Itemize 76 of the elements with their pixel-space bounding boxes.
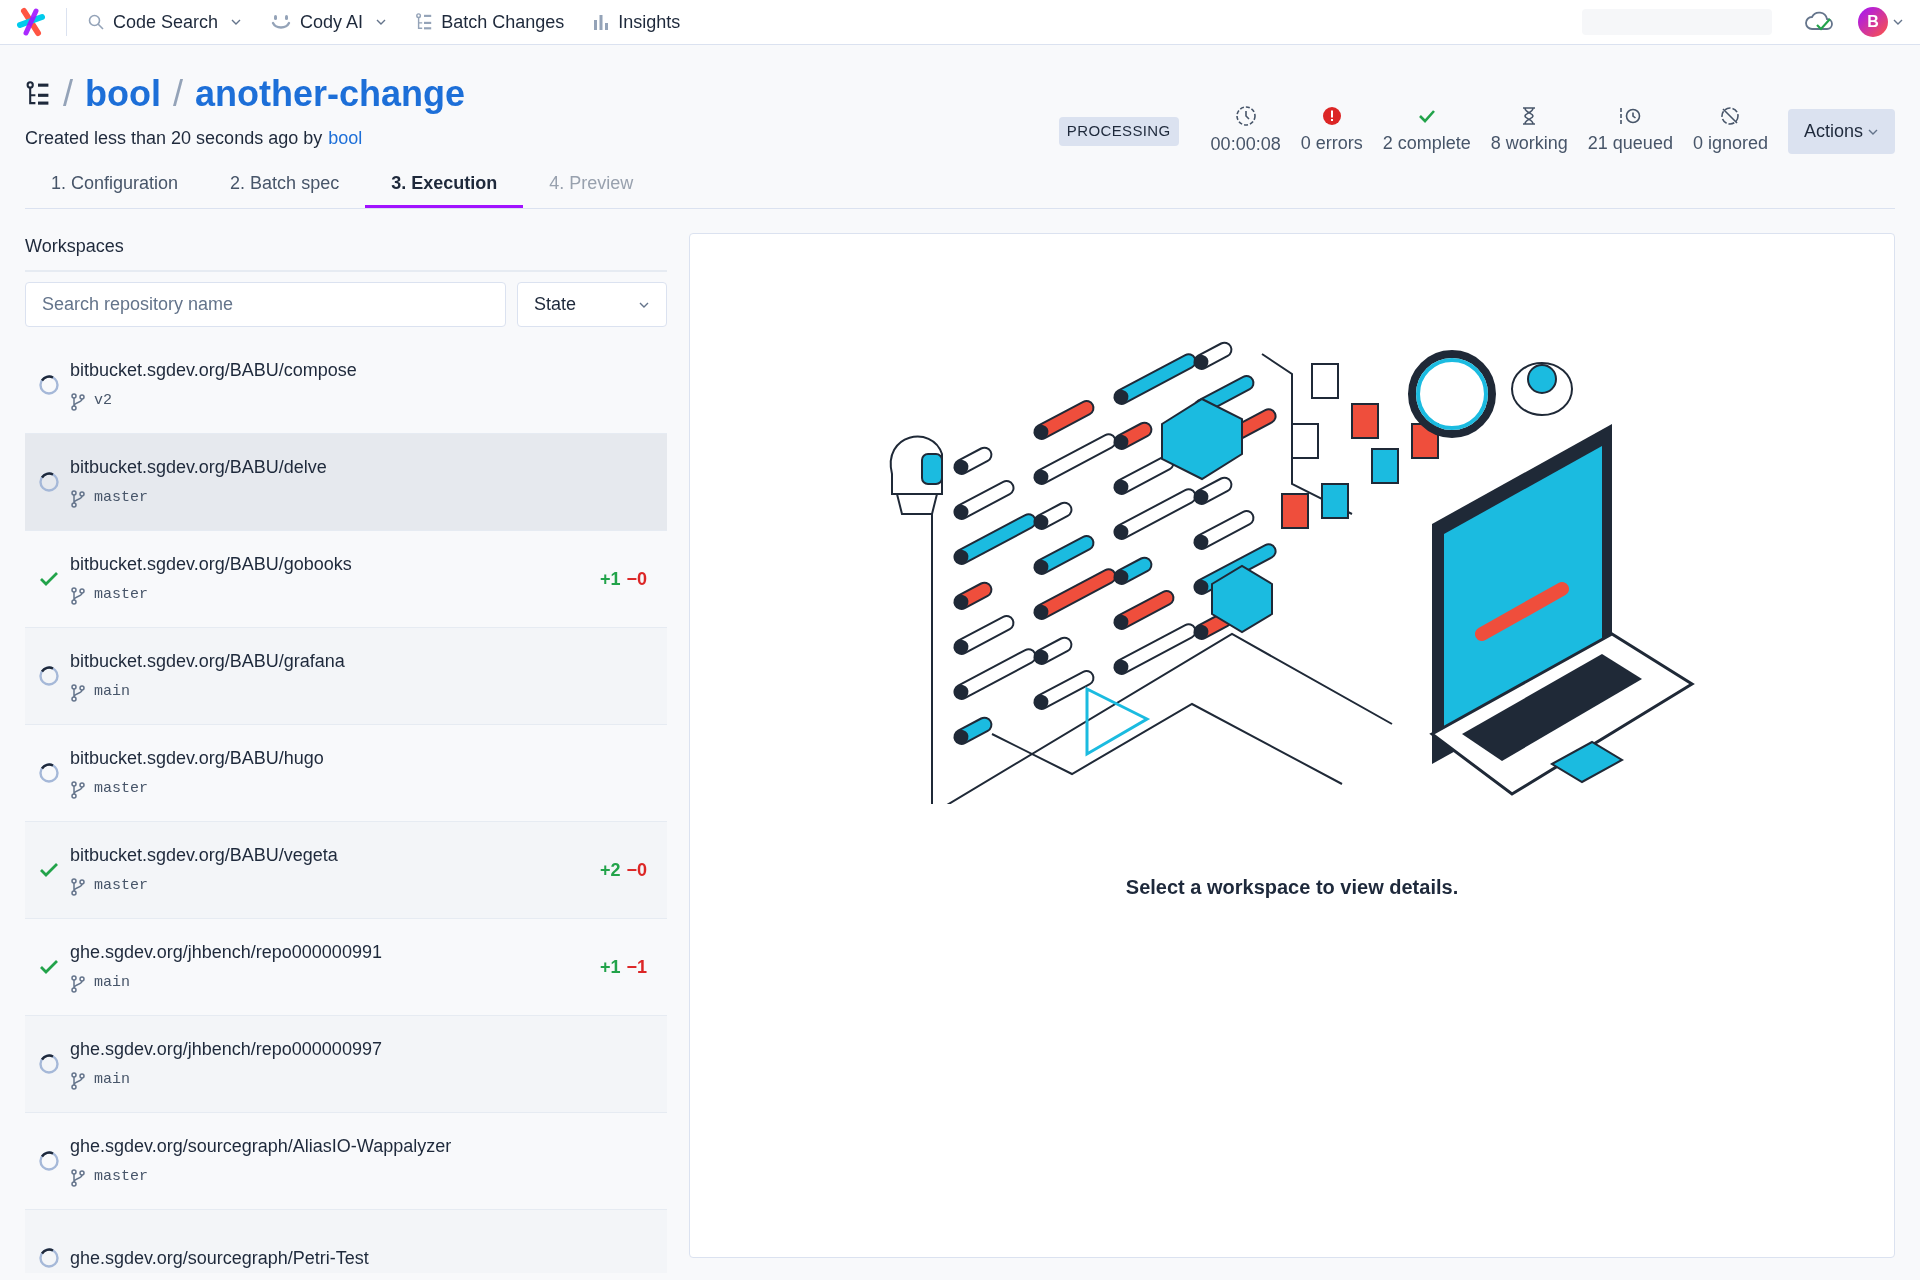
- workspace-row[interactable]: bitbucket.sgdev.org/BABU/grafana main: [25, 628, 667, 725]
- batch-change-title[interactable]: another-change: [195, 67, 466, 121]
- branch-name: master: [94, 779, 148, 800]
- lines-deleted: −0: [626, 567, 647, 591]
- search-field[interactable]: Search repository name: [25, 282, 506, 327]
- namespace-link[interactable]: bool: [85, 67, 161, 121]
- branch-name: master: [94, 488, 148, 509]
- stat-label: 8 working: [1490, 132, 1568, 155]
- queue-clock-icon: [1618, 106, 1643, 126]
- lines-added: +1: [599, 567, 621, 591]
- lines-added: +2: [599, 858, 621, 882]
- branch-name: master: [94, 585, 148, 606]
- workspace-row[interactable]: ghe.sgdev.org/jhbench/repo000000997 main: [25, 1016, 667, 1113]
- logo-icon[interactable]: [16, 7, 46, 37]
- repository-name: bitbucket.sgdev.org/BABU/gobooks: [70, 553, 353, 577]
- branch-icon: [70, 392, 86, 411]
- repository-name: bitbucket.sgdev.org/BABU/grafana: [70, 650, 346, 674]
- lines-added: +1: [599, 955, 621, 979]
- batch-changes-icon: [415, 13, 434, 31]
- workspace-row[interactable]: ghe.sgdev.org/sourcegraph/Petri-Test: [25, 1210, 667, 1273]
- branch-icon: [70, 1071, 86, 1090]
- branch-icon: [70, 780, 86, 799]
- branch-icon: [70, 683, 86, 702]
- user-avatar[interactable]: B: [1858, 7, 1888, 37]
- nav-link[interactable]: Batch Changes: [415, 8, 565, 36]
- stat-label: 0 errors: [1300, 132, 1363, 155]
- smile-icon: [270, 13, 293, 31]
- lines-deleted: −0: [626, 858, 647, 882]
- stat-label: 2 complete: [1382, 132, 1471, 155]
- author-link[interactable]: bool: [328, 125, 363, 152]
- bar-chart-icon: [592, 13, 611, 31]
- branch-icon: [70, 1168, 86, 1187]
- section-title: Workspaces: [25, 233, 667, 272]
- breadcrumb-separator: /: [173, 72, 183, 116]
- error-icon: [1321, 106, 1342, 126]
- lines-deleted: −1: [626, 955, 647, 979]
- repository-name: ghe.sgdev.org/jhbench/repo000000991: [70, 941, 383, 965]
- nav-link[interactable]: Code Search: [87, 8, 243, 36]
- actions-button[interactable]: Actions: [1787, 109, 1895, 154]
- ignored-icon: [1720, 106, 1741, 126]
- nav-link[interactable]: Cody AI: [270, 8, 388, 36]
- created-text: Created less than 20 seconds ago by: [25, 127, 323, 150]
- repository-name: ghe.sgdev.org/sourcegraph/AliasIO-Wappalyzer: [70, 1135, 453, 1159]
- search-icon: [87, 13, 105, 31]
- stat-label: 21 queued: [1587, 132, 1673, 155]
- branch-icon: [70, 974, 86, 993]
- nav-link[interactable]: Insights: [592, 8, 681, 36]
- repository-name: bitbucket.sgdev.org/BABU/vegeta: [70, 844, 339, 868]
- branch-icon: [70, 877, 86, 896]
- branch-name: main: [94, 1070, 130, 1091]
- branch-name: v2: [94, 391, 112, 412]
- breadcrumb-separator: /: [63, 72, 73, 116]
- tab[interactable]: 3. Execution: [365, 162, 524, 208]
- hourglass-icon: [1521, 106, 1538, 126]
- stat-label: 00:00:08: [1210, 133, 1281, 156]
- repository-name: bitbucket.sgdev.org/BABU/compose: [70, 359, 358, 383]
- tab[interactable]: 2. Batch spec: [204, 162, 366, 208]
- repository-name: bitbucket.sgdev.org/BABU/hugo: [70, 747, 325, 771]
- branch-icon: [70, 489, 86, 508]
- branch-icon: [70, 586, 86, 605]
- branch-name: main: [94, 682, 130, 703]
- branch-name: main: [94, 973, 130, 994]
- batch-changes-icon: [25, 81, 51, 107]
- tab[interactable]: 1. Configuration: [25, 162, 205, 208]
- branch-name: master: [94, 876, 148, 897]
- stat-label: 0 ignored: [1692, 132, 1768, 155]
- status-badge: PROCESSING: [1058, 117, 1179, 146]
- workspace-row[interactable]: bitbucket.sgdev.org/BABU/delve master: [25, 434, 667, 531]
- branch-name: master: [94, 1167, 148, 1188]
- clock-icon: [1234, 105, 1257, 127]
- empty-state-message: Select a workspace to view details.: [1125, 875, 1459, 900]
- repository-name: bitbucket.sgdev.org/BABU/delve: [70, 456, 328, 480]
- repository-name: ghe.sgdev.org/sourcegraph/Petri-Test: [70, 1246, 370, 1270]
- state-dropdown[interactable]: State: [517, 282, 667, 327]
- workspace-row[interactable]: bitbucket.sgdev.org/BABU/vegeta master +2 −0: [25, 822, 667, 919]
- repository-name: ghe.sgdev.org/jhbench/repo000000997: [70, 1038, 383, 1062]
